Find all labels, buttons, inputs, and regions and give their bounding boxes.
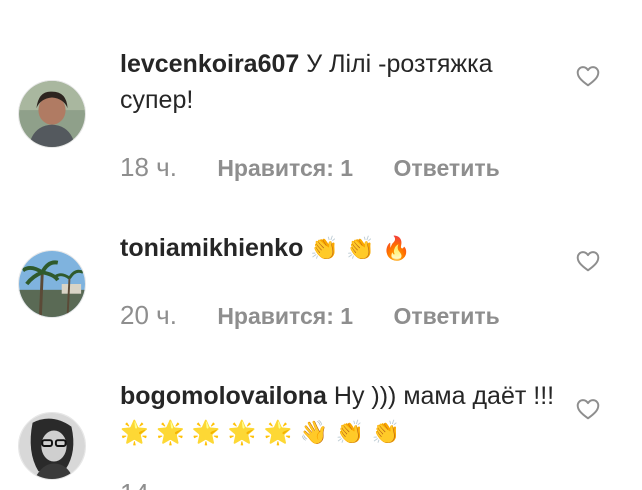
- heart-outline-icon[interactable]: [575, 63, 601, 89]
- comment-time[interactable]: 20 ч.: [120, 300, 177, 330]
- comment-meta: 20 ч. Нравится: 1 Ответить: [120, 300, 500, 331]
- comment-likes[interactable]: Нравится: 1: [217, 155, 353, 181]
- comment-meta: 18 ч. Нравится: 1 Ответить: [120, 152, 500, 183]
- comments-list: levcenkoira607 У Лілі -розтяжка супер! 1…: [0, 0, 642, 490]
- comment-text: Ну ))) мама даёт !!!: [333, 382, 555, 410]
- avatar[interactable]: [18, 80, 86, 148]
- comment-emoji: 🌟 🌟 🌟 🌟 🌟 👋 👏 👏: [120, 420, 401, 446]
- comment-body: bogomolovailona Ну ))) мама даёт !!! 🌟 🌟…: [120, 378, 560, 451]
- reply-button[interactable]: Ответить: [393, 155, 499, 181]
- comment-emoji: 👏 👏 🔥: [310, 236, 411, 262]
- heart-outline-icon[interactable]: [575, 248, 601, 274]
- reply-button[interactable]: Ответить: [393, 303, 499, 329]
- comment-meta: 14: [120, 478, 217, 490]
- comment-username[interactable]: levcenkoira607: [120, 50, 299, 78]
- comment-time[interactable]: 18 ч.: [120, 152, 177, 182]
- comment-username[interactable]: bogomolovailona: [120, 382, 327, 410]
- comment-time[interactable]: 14: [120, 478, 149, 490]
- comment-likes[interactable]: Нравится: 1: [217, 303, 353, 329]
- avatar[interactable]: [18, 250, 86, 318]
- avatar[interactable]: [18, 412, 86, 480]
- comment-body: toniamikhienko 👏 👏 🔥: [120, 230, 560, 267]
- heart-outline-icon[interactable]: [575, 396, 601, 422]
- comment-body: levcenkoira607 У Лілі -розтяжка супер!: [120, 46, 560, 118]
- comment-username[interactable]: toniamikhienko: [120, 234, 303, 262]
